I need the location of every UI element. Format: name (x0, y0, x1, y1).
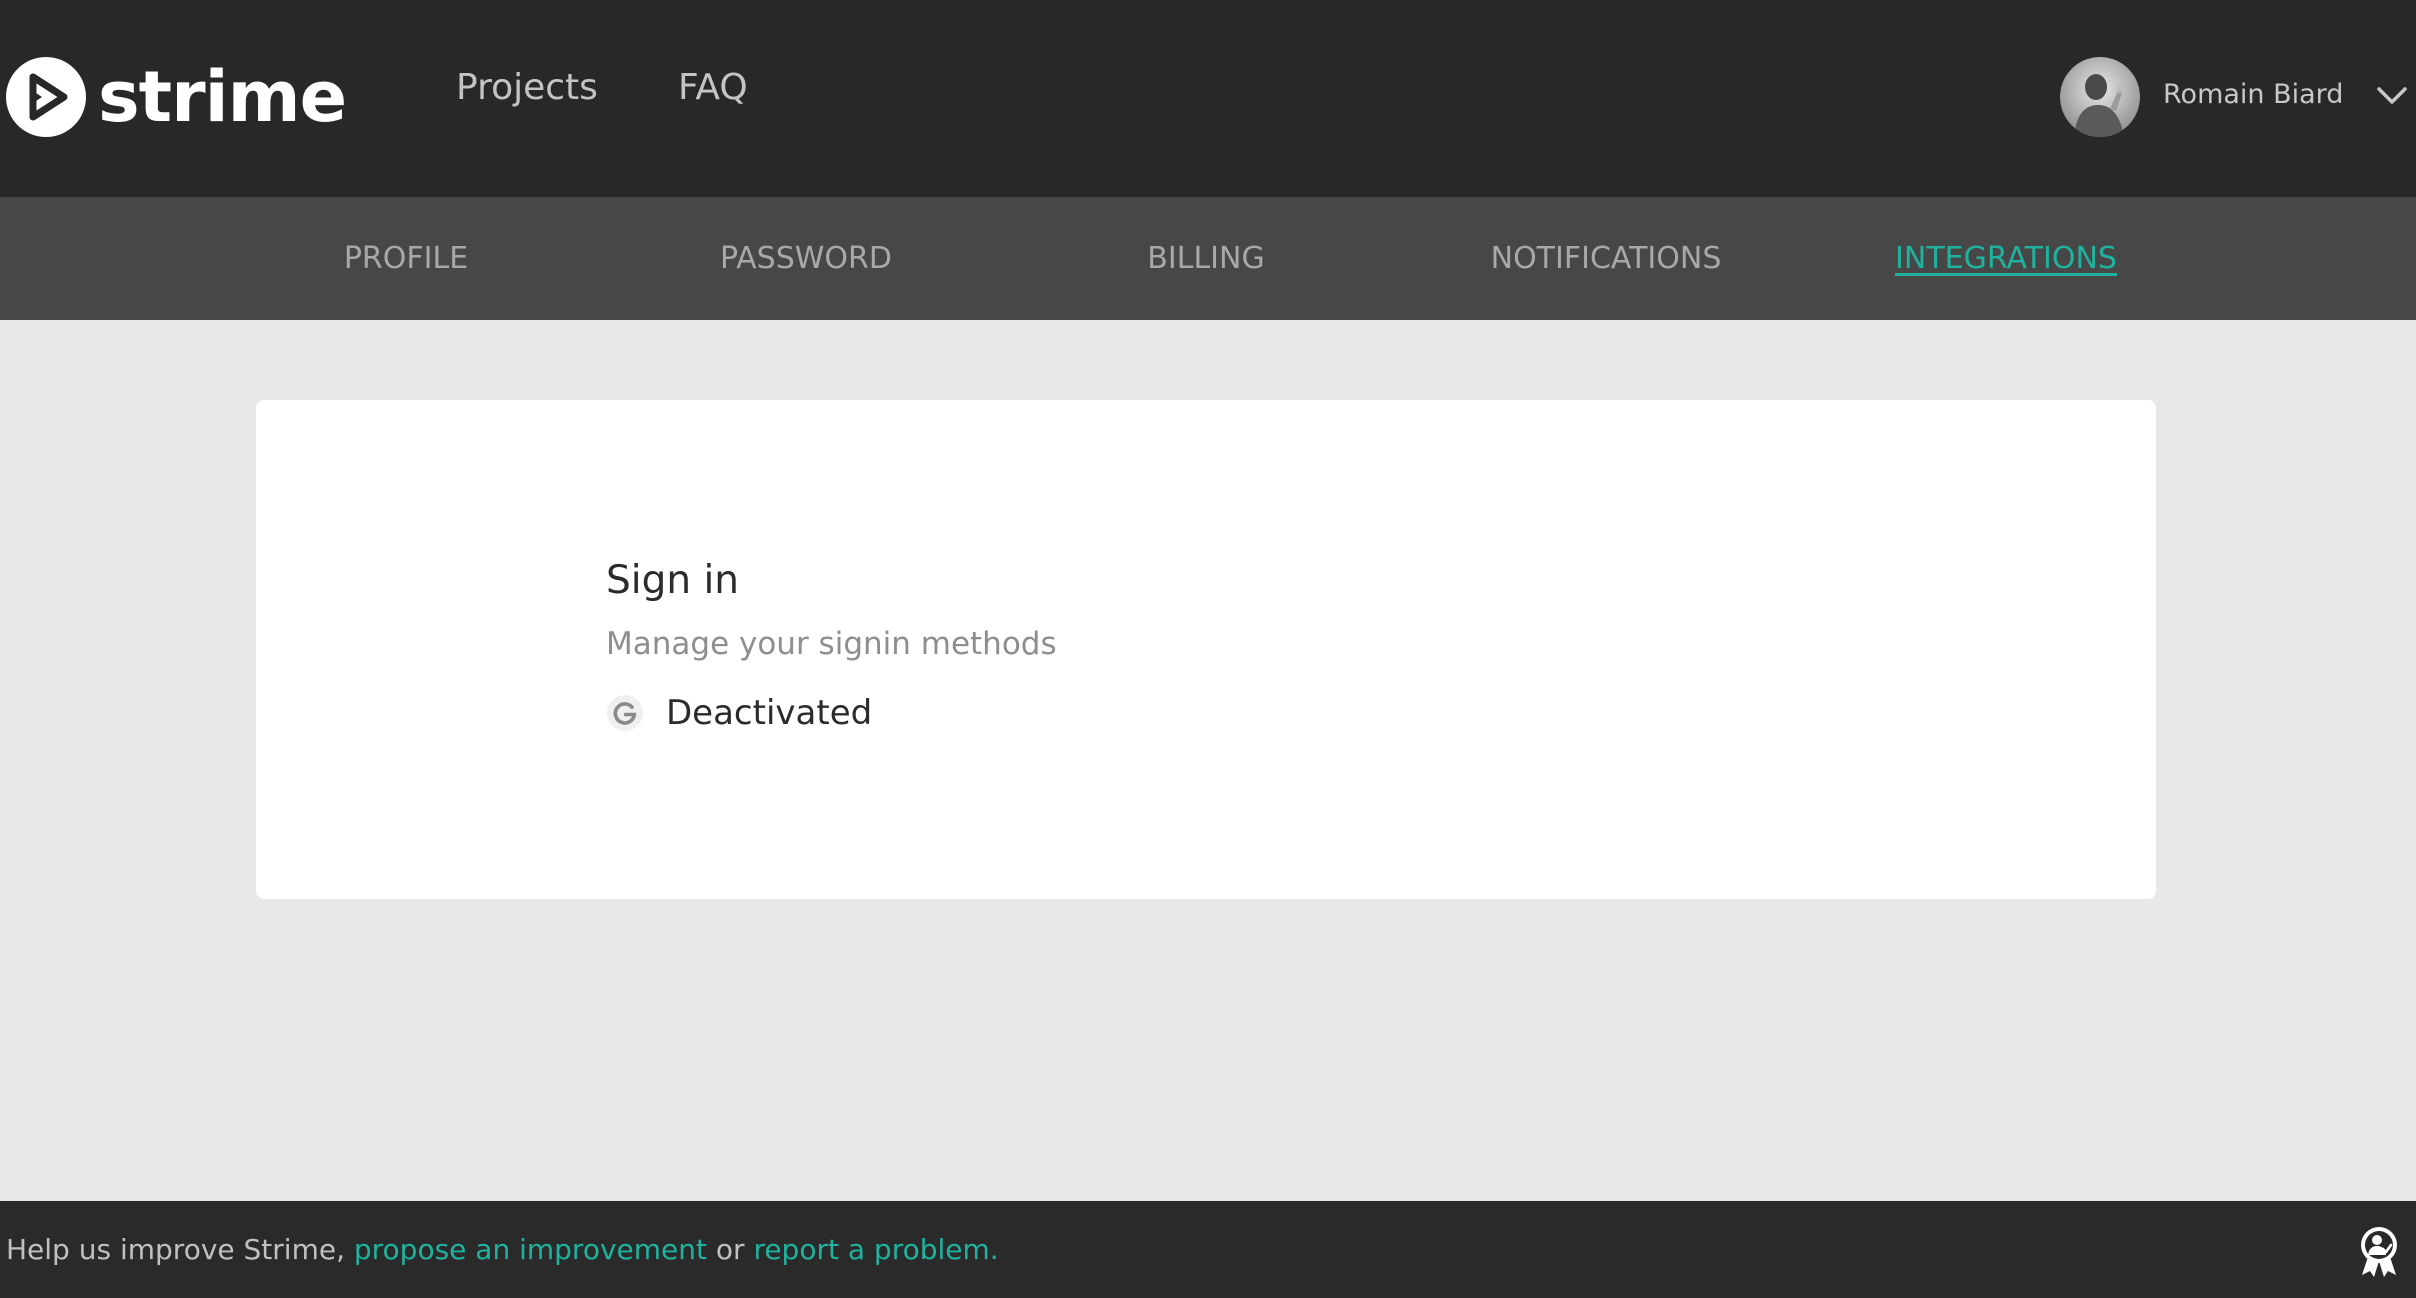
tab-password[interactable]: PASSWORD (606, 241, 1006, 277)
footer-middle: or (706, 1233, 754, 1266)
signin-method-google[interactable]: Deactivated (606, 690, 872, 736)
tab-integrations[interactable]: INTEGRATIONS (1806, 241, 2206, 277)
chevron-down-icon[interactable] (2376, 85, 2408, 107)
settings-tabs: PROFILE PASSWORD BILLING NOTIFICATIONS I… (0, 197, 2416, 320)
user-name[interactable]: Romain Biard (2163, 79, 2343, 110)
avatar[interactable] (2060, 57, 2140, 137)
strime-logo[interactable]: strime (6, 55, 347, 139)
award-badge-icon[interactable] (2356, 1225, 2402, 1277)
propose-improvement-link[interactable]: propose an improvement (354, 1233, 707, 1266)
tab-profile[interactable]: PROFILE (206, 241, 606, 277)
nav-projects[interactable]: Projects (456, 68, 598, 108)
tab-billing[interactable]: BILLING (1006, 241, 1406, 277)
tab-notifications[interactable]: NOTIFICATIONS (1406, 241, 1806, 277)
logo-text: strime (98, 56, 347, 138)
report-problem-link[interactable]: report a problem. (753, 1233, 998, 1266)
user-menu[interactable]: Romain Biard (2060, 57, 2416, 137)
top-header: strime Projects FAQ Romain Biard (0, 0, 2416, 197)
avatar-image (2060, 57, 2140, 137)
nav-faq[interactable]: FAQ (678, 68, 748, 108)
section-title: Sign in (606, 558, 740, 603)
method-status: Deactivated (666, 693, 873, 733)
footer-prefix: Help us improve Strime, (6, 1233, 354, 1266)
section-subtitle: Manage your signin methods (606, 626, 1057, 662)
google-icon (607, 695, 643, 731)
main-nav: Projects FAQ (456, 68, 748, 108)
play-logo-icon (6, 57, 86, 137)
footer: Help us improve Strime, propose an impro… (0, 1201, 2416, 1298)
integrations-card: Sign in Manage your signin methods Deact… (256, 400, 2156, 899)
footer-text: Help us improve Strime, propose an impro… (6, 1233, 999, 1266)
